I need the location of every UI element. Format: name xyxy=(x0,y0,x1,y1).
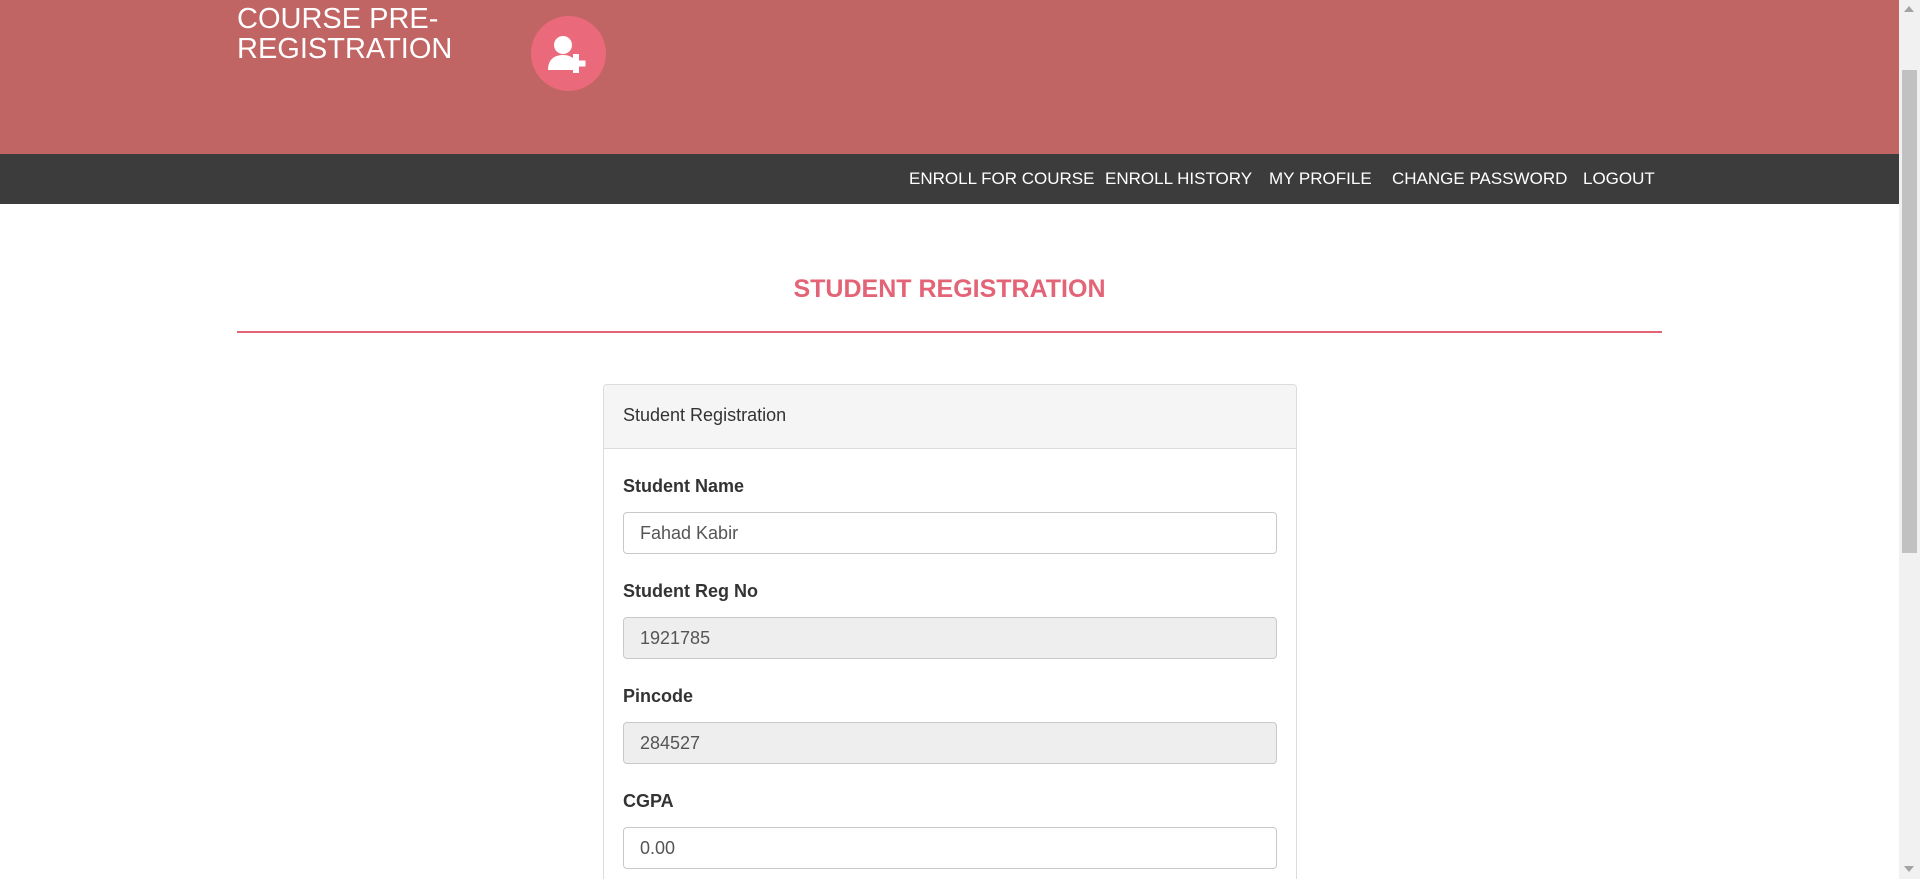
scrollbar-thumb[interactable] xyxy=(1902,70,1917,553)
cgpa-label: CGPA xyxy=(623,791,674,811)
site-logo-text[interactable]: COURSE PRE- REGISTRATION xyxy=(237,4,497,64)
panel-title: Student Registration xyxy=(623,405,787,425)
pincode-label: Pincode xyxy=(623,686,694,706)
heading-divider xyxy=(237,331,1662,333)
page-title: STUDENT REGISTRATION xyxy=(793,275,1106,303)
student-reg-no-label: Student Reg No xyxy=(623,581,758,601)
student-reg-no-input[interactable]: 1921785 xyxy=(623,617,1277,659)
scroll-down-icon[interactable] xyxy=(1904,866,1914,872)
main-navbar: ENROLL FOR COURSE ENROLL HISTORY MY PROF… xyxy=(0,154,1899,204)
student-name-input[interactable]: Fahad Kabir xyxy=(623,512,1277,554)
pincode-input[interactable]: 284527 xyxy=(623,722,1277,764)
page: COURSE PRE- REGISTRATION ENROLL FOR COUR… xyxy=(0,0,1899,879)
header: COURSE PRE- REGISTRATION xyxy=(0,0,1899,154)
panel-header: Student Registration xyxy=(604,385,1296,449)
nav-enroll-history[interactable]: ENROLL HISTORY xyxy=(1105,154,1252,204)
user-plus-icon xyxy=(531,16,606,91)
vertical-scrollbar[interactable] xyxy=(1899,0,1920,879)
student-name-label: Student Name xyxy=(623,476,745,496)
nav-my-profile[interactable]: MY PROFILE xyxy=(1269,154,1372,204)
registration-panel: Student Registration Student Name Fahad … xyxy=(603,384,1297,879)
nav-enroll-for-course[interactable]: ENROLL FOR COURSE xyxy=(909,154,1094,204)
scroll-up-icon[interactable] xyxy=(1904,6,1914,12)
nav-logout[interactable]: LOGOUT xyxy=(1583,154,1655,204)
logo-text-line2: REGISTRATION xyxy=(237,33,453,65)
cgpa-input[interactable]: 0.00 xyxy=(623,827,1277,869)
nav-change-password[interactable]: CHANGE PASSWORD xyxy=(1392,154,1567,204)
logo-text-line1: COURSE PRE- xyxy=(237,3,439,35)
